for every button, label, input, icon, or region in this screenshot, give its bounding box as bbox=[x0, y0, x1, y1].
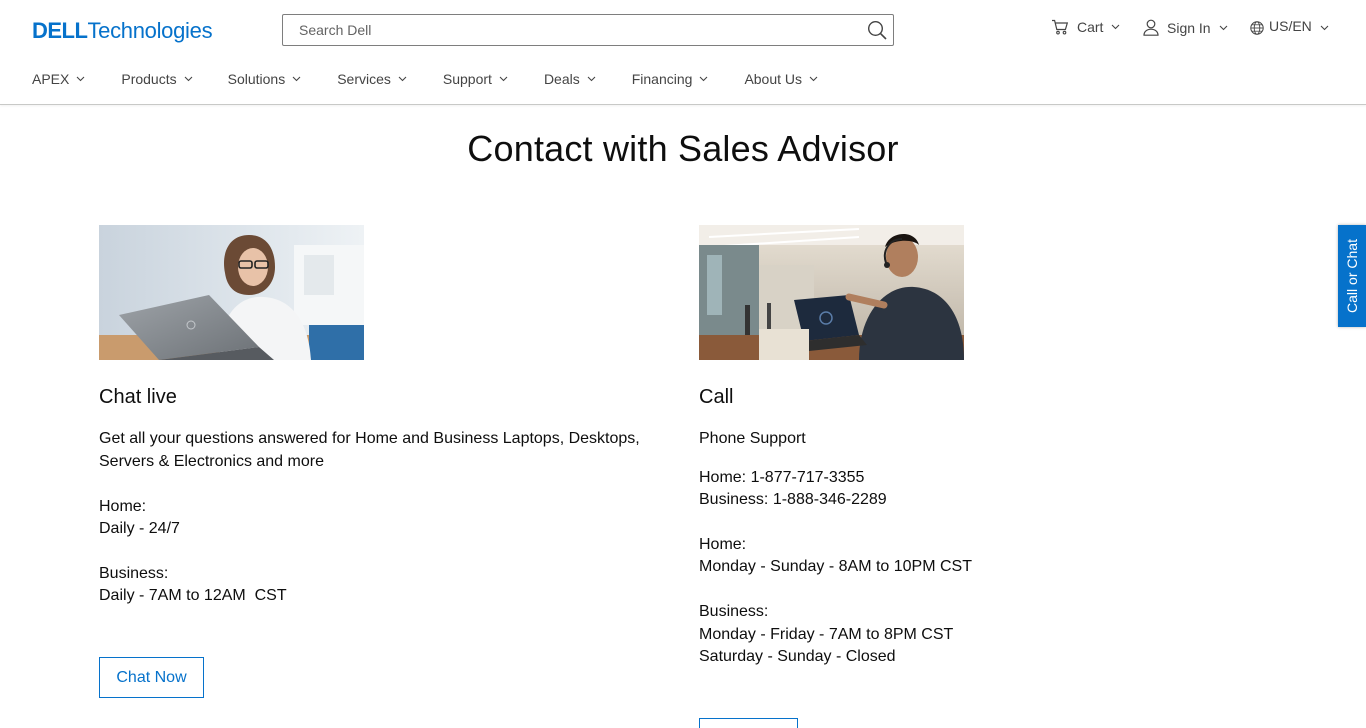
chevron-down-icon bbox=[184, 76, 192, 82]
page-title: Contact with Sales Advisor bbox=[467, 128, 899, 169]
user-icon bbox=[1143, 19, 1159, 36]
nav-item-label: Solutions bbox=[227, 71, 286, 87]
chevron-down-icon bbox=[76, 76, 85, 82]
sign-in-menu[interactable]: Sign In bbox=[1143, 19, 1228, 36]
chat-home-label: Home: bbox=[99, 498, 147, 515]
call-subtitle: Phone Support bbox=[699, 430, 806, 447]
search-box bbox=[282, 14, 894, 46]
chevron-down-icon bbox=[1320, 25, 1329, 31]
call-business-hours-weekend: Saturday - Sunday - Closed bbox=[699, 648, 896, 665]
nav-item-financing[interactable]: Financing bbox=[632, 71, 709, 87]
search-icon bbox=[867, 20, 887, 40]
chat-live-image bbox=[99, 225, 364, 360]
call-business-hours-weekday: Monday - Friday - 7AM to 8PM CST bbox=[699, 626, 954, 643]
chevron-down-icon bbox=[499, 76, 508, 82]
chevron-down-icon bbox=[292, 76, 301, 82]
nav-item-deals[interactable]: Deals bbox=[544, 71, 596, 87]
chat-now-button[interactable]: Chat Now bbox=[99, 657, 204, 698]
cart-label: Cart bbox=[1077, 19, 1104, 35]
nav-item-label: APEX bbox=[32, 71, 70, 87]
globe-icon bbox=[1250, 21, 1264, 35]
logo-brand: DELL bbox=[32, 18, 88, 43]
locale-menu[interactable]: US/EN bbox=[1250, 18, 1329, 35]
chat-live-title: Chat live bbox=[99, 386, 177, 408]
chevron-down-icon bbox=[1112, 24, 1120, 30]
nav-item-label: Deals bbox=[543, 71, 580, 87]
logo-suffix: Technologies bbox=[87, 18, 213, 43]
search-input[interactable] bbox=[283, 15, 861, 45]
chat-business-hours: Daily - 7AM to 12AM CST bbox=[99, 587, 287, 604]
locale-label: US/EN bbox=[1269, 18, 1312, 34]
chat-home-hours: Daily - 24/7 bbox=[99, 520, 180, 537]
nav-item-label: Products bbox=[121, 71, 177, 87]
sign-in-label: Sign In bbox=[1167, 19, 1211, 36]
nav-item-support[interactable]: Support bbox=[443, 71, 508, 87]
call-home-hours: Monday - Sunday - 8AM to 10PM CST bbox=[699, 558, 972, 575]
nav-item-solutions[interactable]: Solutions bbox=[228, 71, 302, 87]
nav-item-label: Support bbox=[442, 71, 492, 87]
chat-business-label: Business: bbox=[99, 565, 169, 582]
call-title: Call bbox=[699, 386, 734, 408]
nav-item-apex[interactable]: APEX bbox=[32, 71, 85, 87]
nav-item-services[interactable]: Services bbox=[337, 71, 407, 87]
chat-description: Get all your questions answered for Home… bbox=[99, 430, 640, 470]
call-business-label: Business: bbox=[699, 603, 769, 620]
call-button[interactable] bbox=[699, 718, 798, 728]
search-button[interactable] bbox=[861, 15, 893, 45]
nav-item-label: Services bbox=[337, 71, 391, 87]
cart-menu[interactable]: Cart bbox=[1051, 19, 1120, 35]
nav-item-label: About Us bbox=[744, 71, 803, 87]
chevron-down-icon bbox=[398, 76, 407, 82]
chevron-down-icon bbox=[809, 76, 818, 82]
nav-item-label: Financing bbox=[631, 71, 693, 87]
call-home-label: Home: bbox=[699, 536, 747, 553]
chevron-down-icon bbox=[700, 76, 708, 82]
dell-technologies-logo[interactable]: DELL Technologies bbox=[32, 18, 213, 44]
masthead: DELLTechnologies Cart Sign In US/EN APEX… bbox=[0, 0, 1366, 105]
chevron-down-icon bbox=[587, 76, 596, 82]
nav-item-products[interactable]: Products bbox=[121, 71, 192, 87]
call-image bbox=[699, 225, 964, 360]
chevron-down-icon bbox=[1219, 25, 1227, 30]
call-business-phone[interactable]: Business: 1-888-346-2289 bbox=[699, 489, 887, 512]
call-home-phone[interactable]: Home: 1-877-717-3355 bbox=[699, 467, 864, 490]
call-or-chat-label: Call or Chat bbox=[1344, 239, 1361, 313]
primary-nav: APEX Products Solutions Services Support… bbox=[32, 70, 818, 88]
nav-item-about-us[interactable]: About Us bbox=[744, 71, 818, 87]
cart-icon bbox=[1052, 19, 1069, 35]
call-or-chat-tab[interactable]: Call or Chat bbox=[1338, 225, 1366, 327]
